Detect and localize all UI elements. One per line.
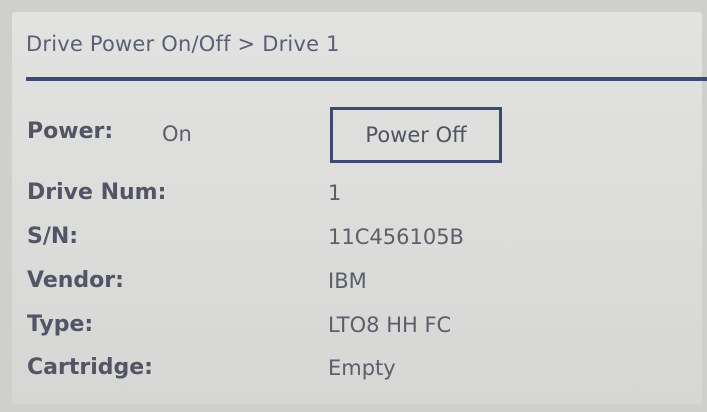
cartridge-label: Cartridge: xyxy=(27,355,153,380)
type-value: LTO8 HH FC xyxy=(328,313,452,337)
power-status-value: On xyxy=(162,122,192,146)
drive-num-value: 1 xyxy=(328,181,342,205)
serial-number-label: S/N: xyxy=(27,224,79,249)
cartridge-value: Empty xyxy=(328,356,396,380)
power-off-button[interactable]: Power Off xyxy=(330,107,502,163)
power-label: Power: xyxy=(27,119,114,144)
drive-num-label: Drive Num: xyxy=(27,180,167,205)
lcd-screen: Drive Power On/Off > Drive 1 Power: On P… xyxy=(12,12,707,404)
breadcrumb: Drive Power On/Off > Drive 1 xyxy=(26,32,340,56)
serial-number-value: 11C456105B xyxy=(328,225,464,249)
device-frame: Drive Power On/Off > Drive 1 Power: On P… xyxy=(0,0,707,412)
vendor-value: IBM xyxy=(328,269,367,293)
type-label: Type: xyxy=(27,312,94,337)
vendor-label: Vendor: xyxy=(27,268,124,293)
header-divider xyxy=(26,77,707,81)
